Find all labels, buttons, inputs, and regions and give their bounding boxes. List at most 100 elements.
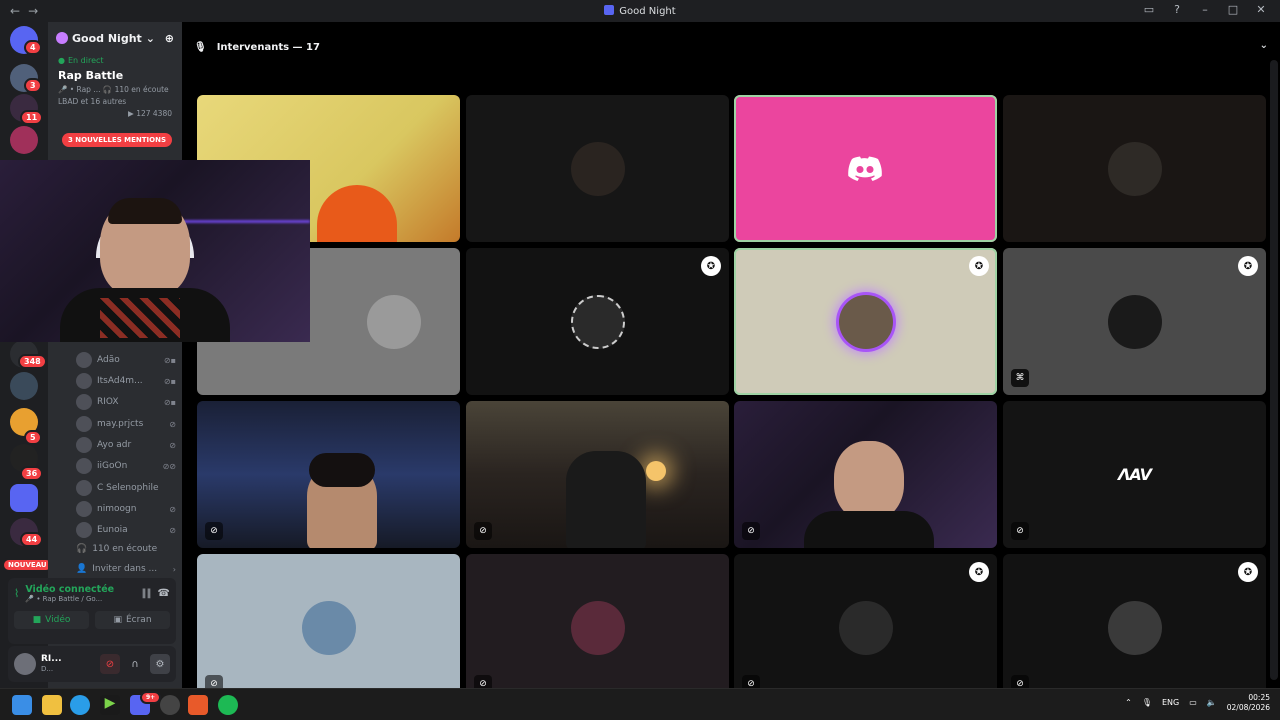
mute-mic-button[interactable]: ⊘ [100,654,120,674]
voice-connection-panel: ⌇ Vidéo connectée 🎤 • Rap Battle / Go...… [8,578,176,644]
speaker-tile[interactable]: ⊘ [466,554,729,701]
mute-icon: ⊘▪ [163,397,176,407]
server-badge: 3 [24,78,42,93]
server-icon[interactable] [10,372,38,400]
speaker-tile[interactable]: ✪ [466,248,729,395]
spotify-icon[interactable] [218,695,238,715]
add-member-icon[interactable]: ⊕ [165,32,174,45]
speaker-tile[interactable]: ✪ ⊘ [734,554,997,701]
file-explorer-icon[interactable] [42,695,62,715]
chevron-down-icon[interactable]: ⌄ [1260,40,1268,51]
avatar [570,294,625,349]
discord-logo-icon [847,156,882,181]
avatar [76,522,92,538]
app-icon[interactable] [160,695,180,715]
volume-icon[interactable]: 🔈 [1207,698,1217,707]
moderator-shield-icon: ✪ [969,562,989,582]
stage-main: 🎙 Intervenants — 17 ⌄ ✪ ✪ ✪ ⌘ ⊘ ⊘ ⊘ ΛAV ⊘ … [182,22,1280,701]
windows-taskbar: ▶ 9+ ⌃ 🎙 ENG ▭ 🔈 00:25 02/08/2026 [0,688,1280,720]
avatar [76,394,92,410]
mute-icon: ⊘⊘ [162,461,176,471]
nav-project-logo: ΛAV [1117,464,1152,484]
headphones-button[interactable]: ∩ [125,654,145,674]
speaker-tile[interactable]: ⊘ [197,401,460,548]
folder-icon[interactable] [10,484,38,512]
chevron-up-icon[interactable]: ⌃ [1125,698,1132,707]
guild-icon [604,5,615,15]
chevron-down-icon: ⌄ [145,31,156,45]
live-indicator: En direct [48,56,182,65]
user-status: D... [41,664,54,673]
member-item[interactable]: iiGoOn ⊘⊘ [76,458,176,474]
network-icon[interactable]: ▭ [1189,698,1197,707]
moderator-shield-icon: ✪ [969,256,989,276]
disconnect-icon[interactable]: ☎ [158,588,170,599]
clock[interactable]: 00:25 02/08/2026 [1227,693,1270,713]
moderator-shield-icon: ✪ [1238,562,1258,582]
server-icon[interactable] [10,126,38,154]
screen-share-button[interactable]: ▣ Écran [95,611,170,629]
speaker-tile[interactable]: ✪ [734,248,997,395]
help-icon[interactable]: ? [1170,3,1184,16]
member-item[interactable]: may.prjcts ⊘ [76,416,176,432]
mute-icon: ⊘ [169,504,176,514]
server-badge: 5 [24,430,42,445]
server-badge: 348 [18,354,47,369]
member-item[interactable]: Eunoia ⊘ [76,522,176,538]
stage-title[interactable]: Rap Battle [48,65,182,82]
avatar[interactable] [14,653,36,675]
maximize-button[interactable]: □ [1226,3,1240,16]
guild-header[interactable]: Good Night ⌄ ⊕ [48,22,182,54]
settings-button[interactable]: ⚙ [150,654,170,674]
speaker-tile[interactable]: ⊘ [197,554,460,701]
member-item[interactable]: C Selenophile [76,480,176,496]
new-badge: NOUVEAU [2,558,53,572]
start-menu-icon[interactable] [12,695,32,715]
speaker-tile[interactable] [466,95,729,242]
soundwave-icon[interactable]: ‖‖ [142,588,152,599]
avatar [570,141,625,196]
speaker-tile[interactable]: ✪ ⌘ [1003,248,1266,395]
member-item[interactable]: nimoogn ⊘ [76,501,176,517]
brave-browser-icon[interactable] [188,695,208,715]
speaker-tile[interactable]: ⊘ [466,401,729,548]
close-button[interactable]: ✕ [1254,3,1268,16]
speaker-tile[interactable]: ✪ ⊘ [1003,554,1266,701]
voice-status[interactable]: Vidéo connectée [25,584,114,595]
member-item[interactable]: RIOX ⊘▪ [76,394,176,410]
window-title: Good Night [0,5,1280,17]
user-panel: RI... D... ⊘ ∩ ⚙ [8,646,176,682]
video-button[interactable]: ■ Vidéo [14,611,89,629]
avatar [76,458,92,474]
speaker-tile[interactable]: ΛAV ⊘ [1003,401,1266,548]
speaker-tile[interactable] [1003,95,1266,242]
member-item[interactable]: Adão ⊘▪ [76,352,176,368]
member-item[interactable]: ItsAd4m... ⊘▪ [76,373,176,389]
window-controls: ▭ ? – □ ✕ [1142,3,1268,16]
invite-link[interactable]: 👤 Inviter dans ... › [76,564,176,574]
microphone-icon[interactable]: 🎙 [1142,698,1152,707]
speaker-tile[interactable] [734,95,997,242]
inbox-icon[interactable]: ▭ [1142,3,1156,16]
stage-counts: ▶ 127 4380 [128,109,172,118]
moderator-shield-icon: ✪ [1238,256,1258,276]
discord-badge: 9+ [140,691,162,704]
chevron-right-icon: › [172,564,176,574]
new-mentions-pill[interactable]: 3 NOUVELLES MENTIONS [62,133,173,147]
minimize-button[interactable]: – [1198,3,1212,16]
member-item[interactable]: Ayo adr ⊘ [76,437,176,453]
media-player-icon[interactable]: ▶ [100,695,120,715]
language-indicator[interactable]: ENG [1162,698,1179,707]
pip-video[interactable] [0,160,310,342]
window-titlebar: ← → Good Night ▭ ? – □ ✕ [0,0,1280,22]
microphone-icon: 🎙 [194,41,207,53]
speaker-tile[interactable]: ⊘ [734,401,997,548]
muted-mic-icon: ⊘ [474,522,492,540]
avatar [76,480,92,496]
edge-browser-icon[interactable] [70,695,90,715]
guild-icon [56,32,68,44]
camera-icon: ■ [32,615,42,625]
voice-location: 🎤 • Rap Battle / Go... [25,595,103,603]
avatar [570,600,625,655]
scrollbar[interactable] [1270,60,1278,680]
